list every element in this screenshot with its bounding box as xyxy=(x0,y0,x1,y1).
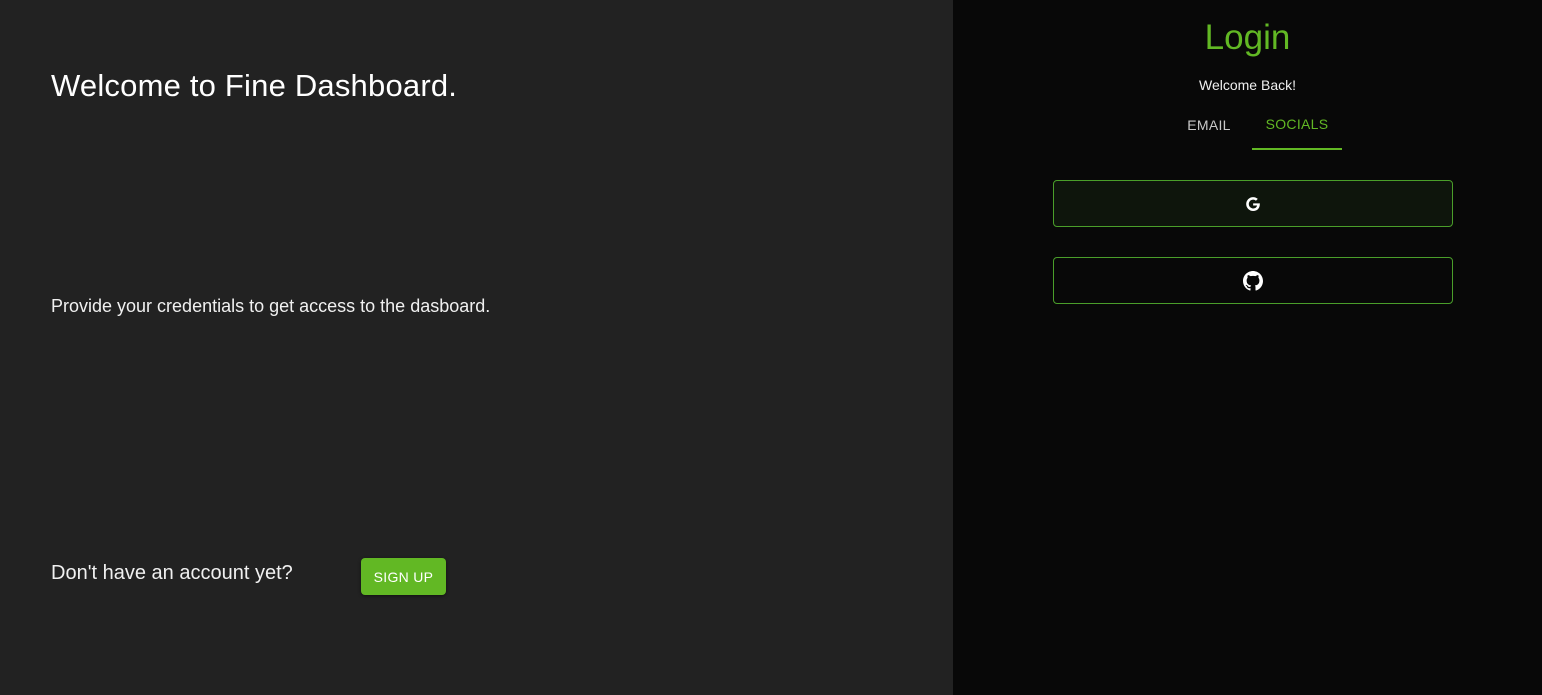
login-title: Login xyxy=(1204,18,1291,57)
github-login-button[interactable] xyxy=(1053,257,1453,304)
credentials-text: Provide your credentials to get access t… xyxy=(51,296,491,316)
google-icon xyxy=(1243,194,1263,214)
welcome-heading: Welcome to Fine Dashboard. xyxy=(51,68,458,103)
google-login-button[interactable] xyxy=(1053,180,1453,227)
tab-email[interactable]: EMAIL xyxy=(1166,105,1252,150)
login-page: Welcome to Fine Dashboard. Provide your … xyxy=(0,0,1542,695)
login-tabs: EMAIL SOCIALS xyxy=(1166,105,1342,150)
no-account-text: Don't have an account yet? xyxy=(51,562,293,584)
signup-button[interactable]: SIGN UP xyxy=(361,558,446,595)
welcome-back-text: Welcome Back! xyxy=(1199,77,1296,93)
login-panel: Login Welcome Back! EMAIL SOCIALS xyxy=(953,0,1542,695)
github-icon xyxy=(1243,270,1263,291)
tab-socials[interactable]: SOCIALS xyxy=(1252,105,1342,150)
welcome-panel: Welcome to Fine Dashboard. Provide your … xyxy=(0,0,953,695)
